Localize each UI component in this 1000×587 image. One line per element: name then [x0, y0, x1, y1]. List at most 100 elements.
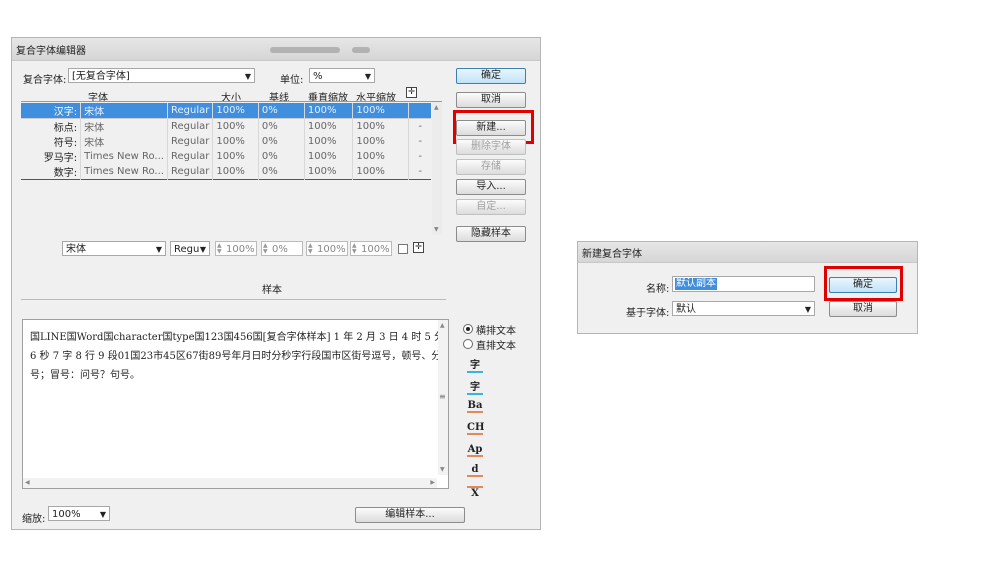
font-family-value: 宋体 — [66, 244, 86, 255]
row-font: Times New Ro... — [80, 164, 168, 180]
cap-height-tool-icon[interactable]: CH — [467, 422, 484, 435]
size-stepper[interactable]: ▲ ▼ 100% — [215, 241, 257, 256]
sample-vscrollbar[interactable]: ▲ ≡ ▼ — [438, 320, 448, 475]
scroll-up-icon[interactable]: ▲ — [440, 322, 445, 329]
chevron-down-icon: ▼ — [804, 305, 811, 314]
zoom-select[interactable]: 100% ▼ — [48, 506, 110, 521]
grid-icon[interactable]: ✛ — [406, 87, 417, 98]
row-hscale: 100% — [352, 134, 410, 149]
table-row[interactable]: 汉字: 宋体 Regular 100% 0% 100% 100% — [21, 103, 431, 119]
row-extra: - — [418, 166, 423, 177]
row-style: Regular — [167, 134, 214, 149]
import-button[interactable]: 导入... — [456, 179, 526, 195]
row-size: 100% — [212, 118, 259, 134]
link-checkbox[interactable] — [398, 244, 408, 254]
descender-tool-icon[interactable]: d — [467, 464, 483, 477]
name-label: 名称: — [646, 284, 670, 295]
row-hscale: 100% — [352, 164, 410, 180]
scroll-down-icon[interactable]: ▼ — [434, 226, 439, 233]
scroll-down-icon[interactable]: ▼ — [440, 466, 445, 473]
row-baseline: 0% — [258, 164, 305, 180]
row-name: 罗马字: — [21, 149, 82, 164]
font-family-select[interactable]: 宋体 ▼ — [62, 241, 166, 256]
base-font-select[interactable]: 默认 ▼ — [672, 301, 815, 316]
vertical-text-radio[interactable] — [463, 339, 473, 349]
unit-label: 单位: — [280, 75, 304, 86]
row-vscale: 100% — [304, 134, 354, 149]
table-row[interactable]: 罗马字: Times New Ro... Regular 100% 0% 100… — [21, 149, 431, 164]
list-scrollbar[interactable]: ▲ ▼ — [432, 102, 442, 235]
table-row[interactable]: 符号: 宋体 Regular 100% 0% 100% 100% - — [21, 134, 431, 149]
hscale-stepper[interactable]: ▲ ▼ 100% — [350, 241, 392, 256]
custom-button[interactable]: 自定... — [456, 199, 526, 215]
new-composite-font-dialog: 新建复合字体 名称: 默认副本 基于字体: 默认 ▼ 确定 取消 — [577, 241, 918, 334]
row-font: Times New Ro... — [80, 149, 168, 164]
row-style: Regular — [167, 103, 214, 119]
table-row[interactable]: 数字: Times New Ro... Regular 100% 0% 100%… — [21, 164, 431, 180]
stepper-arrows-icon: ▲ ▼ — [308, 242, 313, 255]
composite-font-select[interactable]: [无复合字体] ▼ — [68, 68, 255, 83]
name-input[interactable]: 默认副本 — [672, 276, 815, 292]
delete-font-button[interactable]: 删除字体 — [456, 139, 526, 155]
composite-font-editor-window: 复合字体编辑器 复合字体: [无复合字体] ▼ 单位: % ▼ 确定 取消 新建… — [11, 37, 541, 530]
horizontal-text-label: 横排文本 — [476, 326, 516, 337]
dialog-title: 新建复合字体 — [582, 249, 642, 260]
scrollbar-grip-icon[interactable]: ≡ — [439, 392, 446, 401]
grid-icon[interactable]: ✛ — [413, 242, 424, 253]
row-size: 100% — [212, 149, 259, 164]
scroll-up-icon[interactable]: ▲ — [434, 104, 439, 111]
row-style: Regular — [167, 118, 214, 134]
row-extra — [408, 103, 431, 119]
icf-tool-icon[interactable]: 字 — [467, 378, 483, 395]
row-hscale: 100% — [352, 103, 410, 119]
row-font: 宋体 — [80, 118, 168, 134]
horizontal-text-radio[interactable] — [463, 324, 473, 334]
size-value: 100% — [226, 244, 255, 255]
embox-tool-icon[interactable]: 字 — [467, 356, 483, 373]
chevron-down-icon: ▼ — [199, 245, 206, 254]
baseline-stepper[interactable]: ▲ ▼ 0% — [261, 241, 303, 256]
row-size: 100% — [212, 134, 259, 149]
sample-hscrollbar[interactable]: ◀ ▶ — [23, 478, 437, 488]
unit-select[interactable]: % ▼ — [309, 68, 375, 83]
font-style-select[interactable]: Regu ▼ — [170, 241, 210, 256]
ok-button[interactable]: 确定 — [456, 68, 526, 84]
row-vscale: 100% — [304, 103, 354, 119]
composite-font-label: 复合字体: — [23, 75, 67, 86]
vscale-stepper[interactable]: ▲ ▼ 100% — [306, 241, 348, 256]
scroll-left-icon[interactable]: ◀ — [25, 479, 30, 486]
vscale-value: 100% — [317, 244, 346, 255]
row-hscale: 100% — [352, 149, 410, 164]
table-row[interactable]: 标点: 宋体 Regular 100% 0% 100% 100% - — [21, 118, 431, 134]
row-style: Regular — [167, 164, 214, 180]
base-font-label: 基于字体: — [626, 308, 670, 319]
save-button[interactable]: 存储 — [456, 159, 526, 175]
row-extra: - — [418, 136, 423, 147]
stepper-arrows-icon: ▲ ▼ — [352, 242, 357, 255]
row-style: Regular — [167, 149, 214, 164]
baseline-tool-icon[interactable]: Ba — [467, 400, 483, 413]
sample-preview: 国LINE国Word国character国type国123国456国[复合字体样… — [22, 319, 449, 489]
component-list: 汉字: 宋体 Regular 100% 0% 100% 100% 标点: 宋体 … — [21, 101, 442, 236]
cancel-button[interactable]: 取消 — [456, 92, 526, 108]
row-baseline: 0% — [258, 149, 305, 164]
chevron-down-icon: ▼ — [244, 72, 251, 81]
hscale-value: 100% — [361, 244, 390, 255]
scroll-right-icon[interactable]: ▶ — [430, 479, 435, 486]
ascender-tool-icon[interactable]: Ap — [467, 444, 483, 457]
chevron-down-icon: ▼ — [99, 510, 106, 519]
sample-label: 样本 — [262, 285, 282, 296]
cancel-button[interactable]: 取消 — [829, 301, 897, 317]
row-baseline: 0% — [258, 118, 305, 134]
sample-text: 国LINE国Word国character国type国123国456国[复合字体样… — [30, 332, 445, 381]
baseline-value: 0% — [272, 244, 288, 255]
x-height-tool-icon[interactable]: X — [467, 486, 483, 499]
edit-sample-button[interactable]: 编辑样本... — [355, 507, 465, 523]
highlight-box — [824, 266, 903, 301]
title-bar[interactable]: 新建复合字体 — [578, 242, 917, 263]
row-size: 100% — [212, 164, 259, 180]
title-bar[interactable]: 复合字体编辑器 — [12, 38, 540, 61]
hide-sample-button[interactable]: 隐藏样本 — [456, 226, 526, 242]
vertical-text-label: 直排文本 — [476, 341, 516, 352]
row-vscale: 100% — [304, 164, 354, 180]
